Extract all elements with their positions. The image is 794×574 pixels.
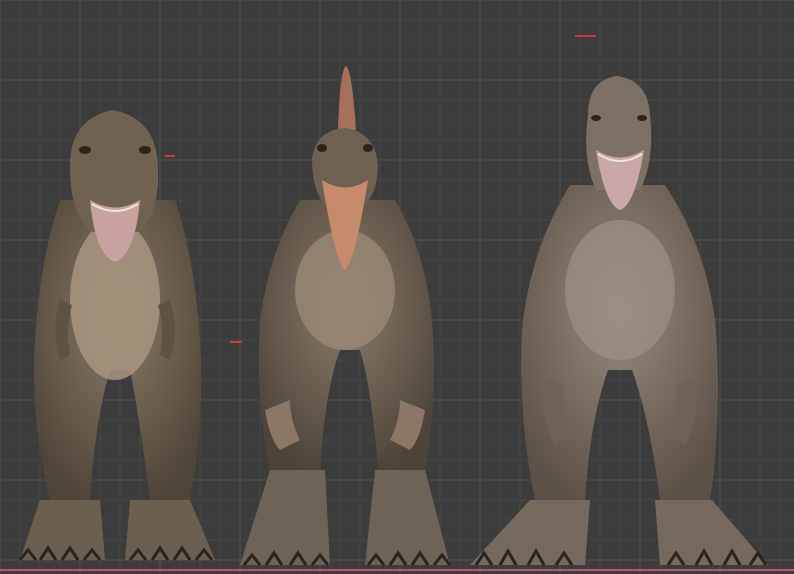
3d-viewport[interactable] — [0, 0, 794, 574]
floor-line — [0, 569, 794, 571]
viewport-canvas — [0, 0, 794, 574]
